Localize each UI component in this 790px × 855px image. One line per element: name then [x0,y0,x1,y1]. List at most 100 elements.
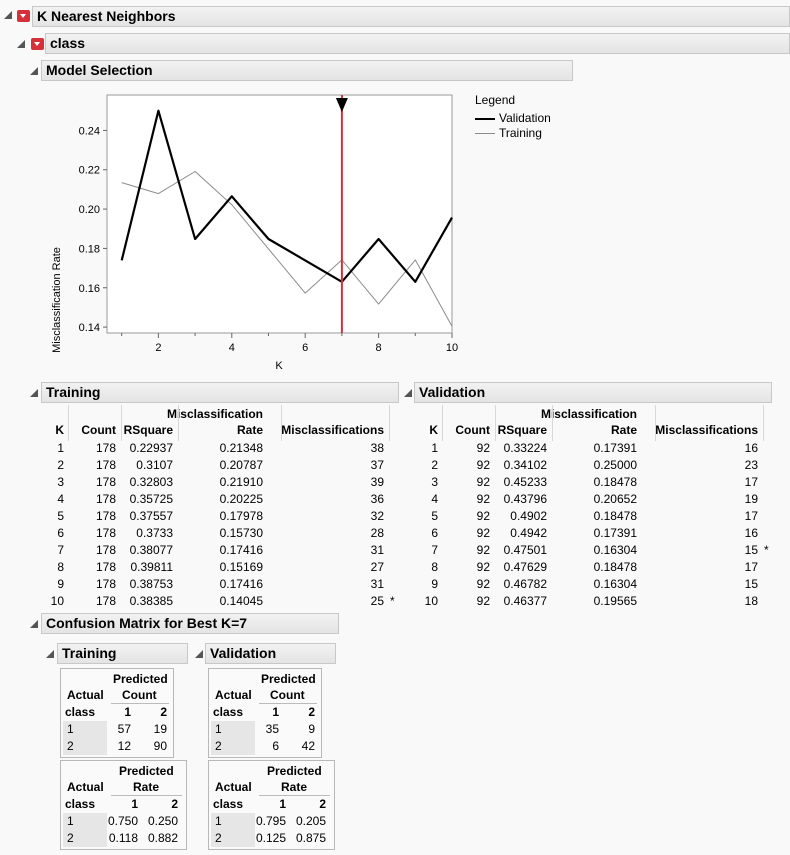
cell-count: 178 [95,543,116,557]
cell-k: 8 [431,560,438,574]
column-separator [763,405,764,441]
table-row: 1 92 0.33224 0.17391 16 [414,440,774,457]
cell-count: 92 [476,458,490,472]
header-divider [111,703,169,704]
header-rsquare: RSquare [123,423,173,437]
actual-class-1: 1 [215,814,222,828]
y-tick-label: 0.24 [79,125,100,137]
column-separator [442,405,443,441]
cell-k: 5 [57,509,64,523]
cell-k: 1 [431,441,438,455]
matrix-cell: 0.205 [295,814,326,828]
cell-misclassifications: 17 [744,509,758,523]
cell-count: 178 [95,458,116,472]
class-label: class [213,705,244,719]
actual-class-2: 2 [215,831,222,845]
cell-rate: 0.18478 [593,560,637,574]
cell-rsquare: 0.45233 [503,475,547,489]
model-selection-title: Model Selection [41,60,573,81]
predicted-class-1: 1 [131,797,138,811]
legend-swatch-validation [475,118,495,120]
class-section-title: class [45,33,790,54]
header-misclassification: Misclassification [166,407,263,421]
matrix-cell: 35 [265,722,279,736]
cm-training-title: Training [57,643,188,664]
cell-rate: 0.20787 [219,458,263,472]
validation-table-title: Validation [414,382,772,403]
cell-count: 178 [95,594,116,608]
actual-label: Actual [215,780,252,794]
cell-misclassifications: 23 [744,458,758,472]
collapse-triangle-icon[interactable] [30,620,38,628]
cell-rate: 0.18478 [593,509,637,523]
legend-label-training: Training [499,126,542,140]
actual-class-1: 1 [215,722,222,736]
predicted-label: Predicted [267,764,322,778]
collapse-triangle-icon[interactable] [4,11,12,19]
cell-rsquare: 0.39811 [130,560,174,574]
cell-k: 9 [431,577,438,591]
confusion-rate-matrix-training: Predicted Rate Actual class 1 2 1 2 0.750 0.250 0.… [60,760,187,850]
actual-class-2: 2 [67,739,74,753]
cell-k: 2 [57,458,64,472]
red-triangle-menu-icon[interactable] [17,10,30,22]
matrix-cell: 0.750 [107,814,138,828]
validation-table: Misclassification K Count RSquare Rate Miscla… [414,405,774,611]
rate-label: Rate [133,780,160,794]
cell-count: 92 [476,509,490,523]
x-axis-label: K [275,360,283,372]
class-label: class [213,797,244,811]
cell-rsquare: 0.38077 [129,543,173,557]
cell-rsquare: 0.3107 [136,458,173,472]
table-row: 7 92 0.47501 0.16304 15 * [414,542,774,559]
cell-rsquare: 0.35725 [129,492,173,506]
cell-misclassifications: 28 [370,526,384,540]
cell-count: 178 [95,526,116,540]
cell-count: 178 [95,509,116,523]
cell-rsquare: 0.38753 [129,577,173,591]
cell-rate: 0.17416 [219,543,263,557]
cell-count: 92 [476,441,490,455]
collapse-triangle-icon[interactable] [30,67,38,75]
predicted-class-1: 1 [279,797,286,811]
model-selection-chart: Misclassification Rate K 0.14 0.16 0.18 0.2… [51,94,458,372]
confusion-count-matrix-validation: Predicted Count Actual class 1 2 1 2 35 9 6 42 [208,668,322,758]
cell-count: 92 [476,543,490,557]
predicted-label: Predicted [113,672,168,686]
cell-count: 92 [476,475,490,489]
header-misclassification: Misclassification [540,407,637,421]
predicted-class-2: 2 [160,705,167,719]
collapse-triangle-icon[interactable] [17,40,25,48]
red-triangle-menu-icon[interactable] [31,38,44,50]
predicted-class-1: 1 [272,705,279,719]
cell-k: 7 [57,543,64,557]
matrix-cell: 0.795 [255,814,286,828]
cell-k: 3 [57,475,64,489]
count-label: Count [122,688,157,702]
cell-k: 8 [57,560,64,574]
legend-label-validation: Validation [499,111,551,125]
collapse-triangle-icon[interactable] [404,389,412,397]
matrix-cell: 0.875 [295,831,326,845]
collapse-triangle-icon[interactable] [195,650,203,658]
column-separator [178,405,179,441]
matrix-cell: 90 [153,739,167,753]
y-axis-label: Misclassification Rate [51,247,63,353]
collapse-triangle-icon[interactable] [46,650,54,658]
cell-misclassifications: 25 [370,594,384,608]
cell-rate: 0.21910 [219,475,263,489]
collapse-triangle-icon[interactable] [30,389,38,397]
cell-rate: 0.14045 [219,594,263,608]
table-row: 2 92 0.34102 0.25000 23 [414,457,774,474]
cell-misclassifications: 38 [370,441,384,455]
table-row: 5 92 0.4902 0.18478 17 [414,508,774,525]
cell-k: 5 [431,509,438,523]
cell-count: 178 [95,475,116,489]
legend-title: Legend [475,93,516,107]
cell-misclassifications: 19 [744,492,758,506]
cell-rate: 0.16304 [593,543,637,557]
cell-k: 1 [57,441,64,455]
cell-count: 178 [95,441,116,455]
table-row: 7 178 0.38077 0.17416 31 [40,542,400,559]
header-rate: Rate [236,423,263,437]
